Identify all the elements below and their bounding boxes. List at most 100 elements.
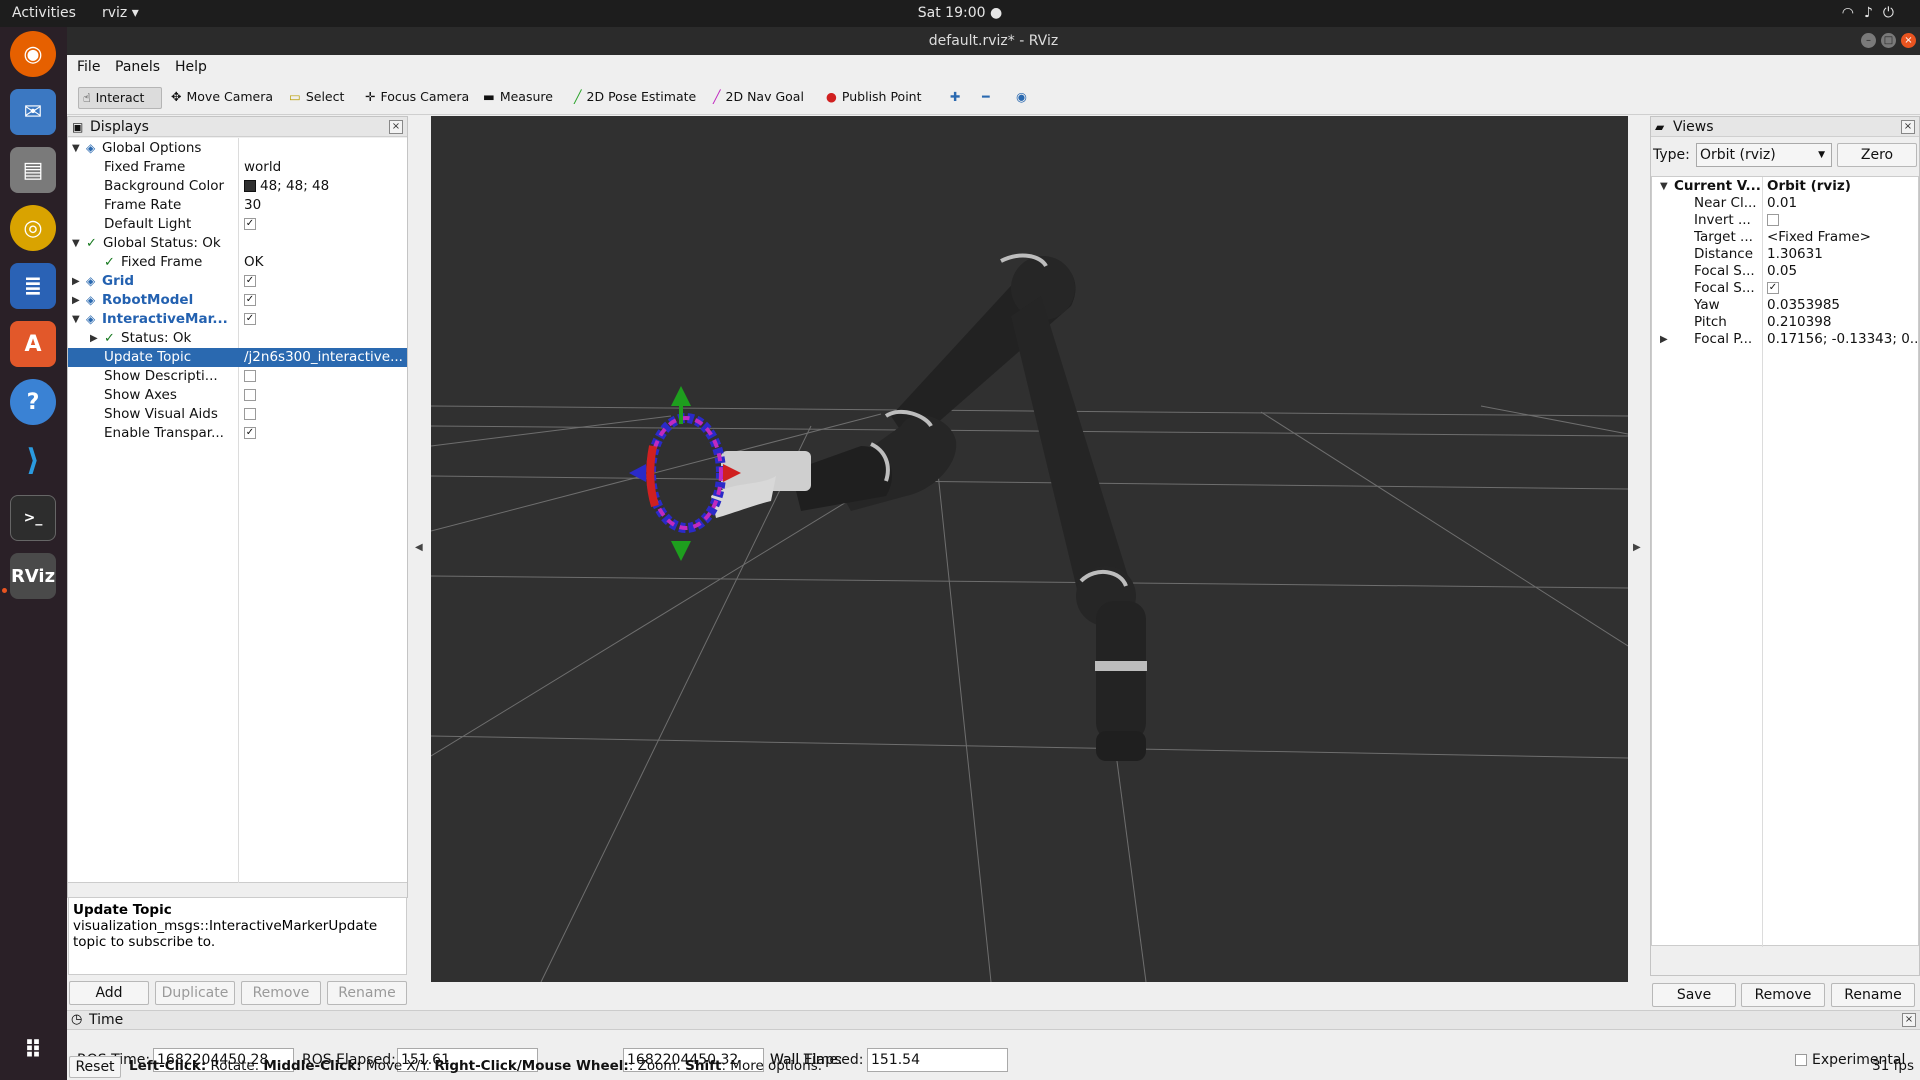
software-icon[interactable]: A [10, 321, 56, 367]
views-row[interactable]: Distance 1.30631 [1652, 246, 1918, 263]
view-type-select[interactable]: Orbit (rviz) ▼ [1696, 143, 1832, 167]
rename-view-button[interactable]: Rename [1831, 983, 1915, 1007]
displays-row[interactable]: ▶ ◈ RobotModel ✓ [68, 291, 407, 310]
tool-2d-nav-goal[interactable]: ╱ 2D Nav Goal [709, 87, 808, 109]
displays-row[interactable]: Default Light ✓ [68, 215, 407, 234]
displays-row[interactable]: ▼ ◈ Global Options [68, 139, 407, 158]
plus-icon[interactable]: ✚ [946, 87, 964, 109]
row-value[interactable]: 0.17156; -0.13343; 0... [1767, 331, 1917, 348]
vscode-icon[interactable]: ⟩ [10, 437, 56, 483]
row-value[interactable]: world [244, 158, 406, 177]
displays-row[interactable]: ▼ ◈ InteractiveMar... ✓ [68, 310, 407, 329]
close-icon[interactable]: × [1901, 120, 1915, 134]
displays-row[interactable]: ▶ ◈ Grid ✓ [68, 272, 407, 291]
row-checkbox[interactable] [244, 370, 256, 382]
row-value[interactable]: OK [244, 253, 406, 272]
views-row[interactable]: ▼ Current V... Orbit (rviz) [1652, 178, 1918, 195]
rviz-icon[interactable]: RViz [10, 553, 56, 599]
help-icon[interactable]: ? [10, 379, 56, 425]
row-value[interactable]: <Fixed Frame> [1767, 229, 1917, 246]
views-row[interactable]: Yaw 0.0353985 [1652, 297, 1918, 314]
views-row[interactable]: Target ... <Fixed Frame> [1652, 229, 1918, 246]
3d-viewport[interactable] [431, 116, 1628, 982]
minimize-icon[interactable]: – [1861, 33, 1876, 48]
tool-select[interactable]: ▭ Select [285, 87, 348, 109]
displays-row[interactable]: Background Color 48; 48; 48 [68, 177, 407, 196]
chevron-right-icon[interactable]: ▶ [72, 272, 80, 291]
maximize-icon[interactable]: □ [1881, 33, 1896, 48]
row-checkbox[interactable]: ✓ [244, 218, 256, 230]
views-row[interactable]: Invert ... [1652, 212, 1918, 229]
displays-row[interactable]: Show Axes [68, 386, 407, 405]
files-icon[interactable]: ▤ [10, 147, 56, 193]
show-apps-icon[interactable]: ⠿ [10, 1027, 56, 1073]
remove-button[interactable]: Remove [241, 981, 321, 1005]
row-checkbox[interactable] [1767, 214, 1779, 226]
displays-row[interactable]: Enable Transpar... ✓ [68, 424, 407, 443]
row-value[interactable]: 30 [244, 196, 406, 215]
writer-icon[interactable]: ≣ [10, 263, 56, 309]
row-value[interactable]: 0.0353985 [1767, 297, 1917, 314]
displays-row[interactable]: ✓ Fixed Frame OK [68, 253, 407, 272]
row-checkbox[interactable]: ✓ [1767, 282, 1779, 294]
views-row[interactable]: ▶ Focal P... 0.17156; -0.13343; 0... [1652, 331, 1918, 348]
rename-button[interactable]: Rename [327, 981, 407, 1005]
chevron-right-icon[interactable]: ▶ [1660, 331, 1668, 348]
row-value[interactable]: Orbit (rviz) [1767, 178, 1917, 195]
reset-button[interactable]: Reset [69, 1056, 121, 1078]
row-checkbox[interactable]: ✓ [244, 275, 256, 287]
close-icon[interactable]: × [1901, 33, 1916, 48]
save-view-button[interactable]: Save [1652, 983, 1736, 1007]
tool-move-camera[interactable]: ✥ Move Camera [167, 87, 277, 109]
close-icon[interactable]: × [389, 120, 403, 134]
chevron-down-icon[interactable]: ▼ [72, 310, 80, 329]
row-checkbox[interactable]: ✓ [244, 313, 256, 325]
remove-view-button[interactable]: Remove [1741, 983, 1825, 1007]
row-checkbox[interactable] [244, 408, 256, 420]
views-tree[interactable]: ▼ Current V... Orbit (rviz) Near Cl... 0.01 I… [1651, 176, 1919, 947]
color-swatch[interactable] [244, 180, 256, 192]
experimental-checkbox[interactable] [1795, 1054, 1807, 1066]
row-value[interactable]: 0.05 [1767, 263, 1917, 280]
minus-icon[interactable]: ━ [978, 87, 994, 109]
displays-row[interactable]: Show Visual Aids [68, 405, 407, 424]
row-value[interactable]: /j2n6s300_interactive... [244, 348, 406, 367]
chevron-right-icon[interactable]: ▶ [90, 329, 98, 348]
zero-button[interactable]: Zero [1837, 143, 1917, 167]
displays-row[interactable]: Update Topic/j2n6s300_interactive... [68, 348, 407, 367]
chevron-right-icon[interactable]: ▶ [72, 291, 80, 310]
tool-measure[interactable]: ▬ Measure [479, 87, 557, 109]
menu-panels[interactable]: Panels [115, 59, 160, 75]
views-row[interactable]: Pitch 0.210398 [1652, 314, 1918, 331]
row-value[interactable]: 48; 48; 48 [260, 177, 406, 196]
tool-focus-camera[interactable]: ✛ Focus Camera [361, 87, 473, 109]
duplicate-button[interactable]: Duplicate [155, 981, 235, 1005]
displays-row[interactable]: Fixed Frame world [68, 158, 407, 177]
thunderbird-icon[interactable]: ✉ [10, 89, 56, 135]
system-tray[interactable]: ◠♪⏻ [1842, 5, 1904, 21]
views-row[interactable]: Focal S... ✓ [1652, 280, 1918, 297]
menu-file[interactable]: File [77, 59, 100, 75]
displays-row[interactable]: ▼ ✓ Global Status: Ok [68, 234, 407, 253]
right-collapse-handle[interactable]: ▶ [1633, 542, 1641, 553]
row-value[interactable]: 0.210398 [1767, 314, 1917, 331]
left-collapse-handle[interactable]: ◀ [415, 542, 423, 553]
displays-row[interactable]: ▶ ✓ Status: Ok [68, 329, 407, 348]
clock[interactable]: Sat 19:00 ● [0, 5, 1920, 21]
close-icon[interactable]: × [1902, 1013, 1916, 1027]
displays-row[interactable]: Show Descripti... [68, 367, 407, 386]
window-titlebar[interactable]: default.rviz* - RViz – □ × [67, 27, 1920, 55]
chevron-down-icon[interactable]: ▼ [72, 234, 80, 253]
row-value[interactable]: 0.01 [1767, 195, 1917, 212]
row-checkbox[interactable]: ✓ [244, 427, 256, 439]
tool-2d-pose-estimate[interactable]: ╱ 2D Pose Estimate [570, 87, 700, 109]
chevron-down-icon[interactable]: ▼ [1660, 178, 1668, 195]
views-row[interactable]: Near Cl... 0.01 [1652, 195, 1918, 212]
eye-icon[interactable]: ◉ [1012, 87, 1031, 109]
rhythmbox-icon[interactable]: ◎ [10, 205, 56, 251]
displays-tree[interactable]: ▼ ◈ Global Options Fixed Frame world Backgrou… [68, 138, 407, 883]
displays-row[interactable]: Frame Rate 30 [68, 196, 407, 215]
tool-publish-point[interactable]: ● Publish Point [822, 87, 926, 109]
terminal-icon[interactable]: >_ [10, 495, 56, 541]
menu-help[interactable]: Help [175, 59, 207, 75]
